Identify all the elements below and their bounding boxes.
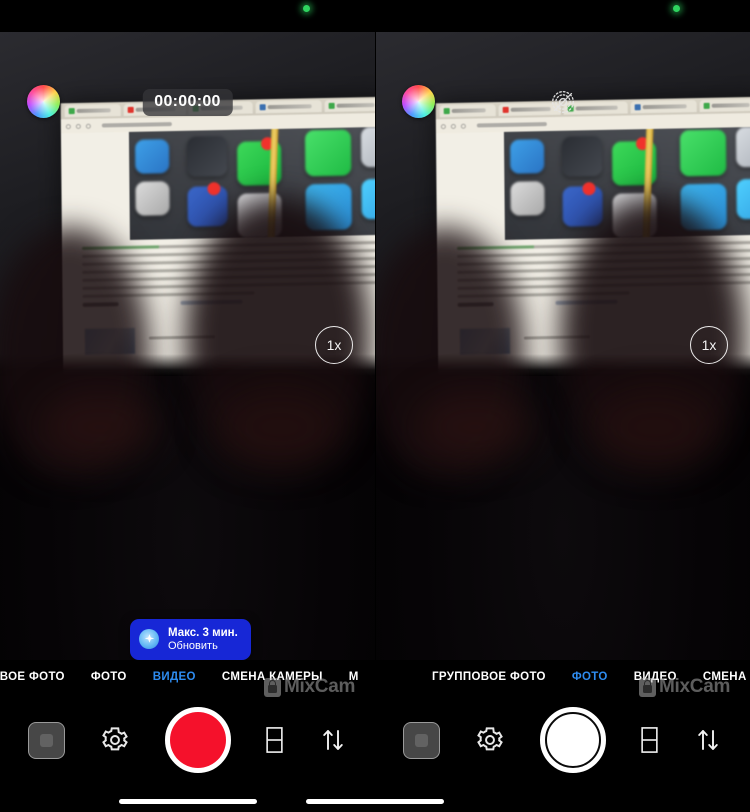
- camera-controls-left: [0, 694, 375, 786]
- split-layout-button[interactable]: [641, 726, 658, 754]
- mode-tab-strip-left[interactable]: ГРУППОВОЕ ФОТО ФОТО ВИДЕО СМЕНА КАМЕРЫ М: [0, 660, 375, 694]
- status-bar-left: [0, 0, 375, 32]
- camera-panel-left: 1x 00:00:00 Макс. 3 мин. Обновить ГРУППО…: [0, 0, 375, 812]
- swap-arrows-icon: [323, 730, 343, 750]
- sparkle-icon: [139, 629, 159, 650]
- zoom-level-badge[interactable]: 1x: [690, 326, 728, 364]
- mode-tab-video[interactable]: ВИДЕО: [621, 671, 690, 683]
- mode-tab-photo[interactable]: ФОТО: [559, 671, 621, 683]
- color-wheel-icon[interactable]: [27, 85, 60, 118]
- recording-timer: 00:00:00: [142, 89, 233, 116]
- mode-tab-group-photo[interactable]: ГРУППОВОЕ ФОТО: [0, 671, 78, 683]
- photo-button[interactable]: [539, 707, 606, 773]
- viewfinder-left[interactable]: 1x 00:00:00: [0, 32, 375, 660]
- home-indicator-left: [118, 799, 257, 804]
- settings-gear-button[interactable]: [101, 726, 129, 754]
- color-wheel-icon[interactable]: [402, 85, 435, 118]
- toast-title: Макс. 3 мин.: [168, 626, 238, 639]
- camera-panel-right: 1x ГРУППОВОЕ ФОТО ФОТО ВИДЕО СМЕНА КАМ M…: [375, 0, 750, 812]
- mode-tab-switch-camera[interactable]: СМЕНА КАМ: [690, 671, 750, 683]
- swap-cameras-button[interactable]: [694, 726, 722, 754]
- home-indicator-strip: [0, 786, 750, 812]
- mode-tab-strip-right[interactable]: ГРУППОВОЕ ФОТО ФОТО ВИДЕО СМЕНА КАМ: [375, 660, 750, 694]
- split-layout-button[interactable]: [266, 726, 283, 754]
- swap-cameras-button[interactable]: [319, 726, 347, 754]
- zoom-control-area-left: 1x: [0, 32, 375, 376]
- viewfinder-right[interactable]: 1x: [375, 32, 750, 660]
- split-layout-icon: [266, 727, 283, 753]
- dark-glow: [215, 387, 345, 467]
- dark-glow: [415, 392, 535, 462]
- zoom-control-area-right: 1x: [375, 32, 750, 376]
- dual-screenshot-comparison: 1x 00:00:00 Макс. 3 мин. Обновить ГРУППО…: [0, 0, 750, 812]
- settings-gear-button[interactable]: [476, 726, 504, 754]
- gear-icon: [101, 727, 128, 751]
- mode-tab-group-photo[interactable]: ГРУППОВОЕ ФОТО: [419, 671, 559, 683]
- swap-arrows-icon: [698, 730, 718, 750]
- status-bar-right: [375, 0, 750, 32]
- record-button[interactable]: [164, 707, 231, 773]
- zoom-level-badge[interactable]: 1x: [315, 326, 353, 364]
- dark-glow: [40, 392, 160, 462]
- panel-divider: [375, 0, 376, 812]
- gallery-thumbnail-button[interactable]: [28, 721, 65, 759]
- home-indicator: [306, 799, 444, 804]
- camera-controls-right: [375, 694, 750, 786]
- gear-icon: [476, 727, 503, 751]
- gallery-thumbnail-button[interactable]: [403, 721, 440, 759]
- green-dot: [673, 5, 680, 12]
- toast-subtitle: Обновить: [168, 639, 218, 652]
- split-layout-icon: [641, 727, 658, 753]
- upgrade-toast-left[interactable]: Макс. 3 мин. Обновить: [130, 618, 251, 660]
- mode-tab-video[interactable]: ВИДЕО: [140, 671, 209, 683]
- flash-off-icon[interactable]: [548, 87, 578, 117]
- green-dot: [303, 5, 310, 12]
- dark-glow: [590, 387, 720, 467]
- mode-tab-switch-camera[interactable]: СМЕНА КАМЕРЫ: [209, 671, 336, 683]
- mode-tab-photo[interactable]: ФОТО: [78, 671, 140, 683]
- mode-tab-more[interactable]: М: [336, 671, 372, 683]
